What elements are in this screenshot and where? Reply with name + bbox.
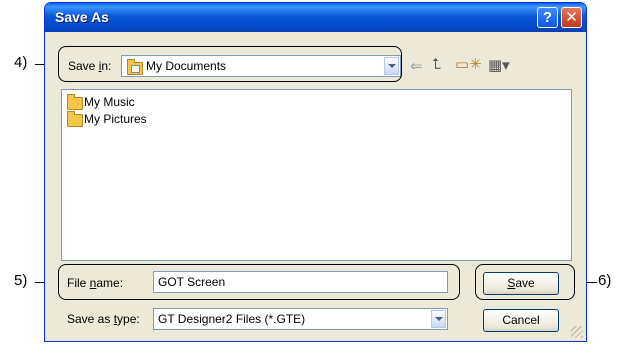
file-list[interactable]: My Music My Pictures xyxy=(61,89,572,261)
view-menu-icon[interactable]: ▦▾ xyxy=(488,56,510,74)
callout-label-4: 4) xyxy=(14,54,28,71)
cancel-button[interactable]: Cancel xyxy=(483,309,559,332)
callout-box-6 xyxy=(475,264,575,300)
help-button[interactable]: ? xyxy=(537,7,558,28)
save-as-type-value: GT Designer2 Files (*.GTE) xyxy=(158,312,306,326)
new-folder-icon[interactable]: ▭✳ xyxy=(455,55,482,73)
chevron-down-icon[interactable] xyxy=(431,310,446,328)
up-folder-icon[interactable]: ⮤ xyxy=(432,56,441,73)
dialog-title: Save As xyxy=(55,9,109,25)
music-folder-icon xyxy=(67,94,83,110)
save-as-type-dropdown[interactable]: GT Designer2 Files (*.GTE) xyxy=(153,308,448,330)
back-icon[interactable]: ⇐ xyxy=(410,57,423,75)
title-bar[interactable]: Save As ? ✕ xyxy=(45,3,586,32)
resize-grip[interactable] xyxy=(571,326,583,338)
close-button[interactable]: ✕ xyxy=(561,7,582,28)
callout-label-6: 6) xyxy=(598,272,612,289)
callout-box-4 xyxy=(58,46,402,82)
save-as-type-label: Save as type: xyxy=(67,312,140,326)
callout-label-5: 5) xyxy=(14,272,28,289)
file-name: My Music xyxy=(84,95,135,109)
close-icon: ✕ xyxy=(565,9,578,26)
help-icon: ? xyxy=(542,9,553,26)
pictures-folder-icon xyxy=(67,111,83,127)
callout-box-5 xyxy=(58,264,460,300)
file-name: My Pictures xyxy=(84,112,147,126)
